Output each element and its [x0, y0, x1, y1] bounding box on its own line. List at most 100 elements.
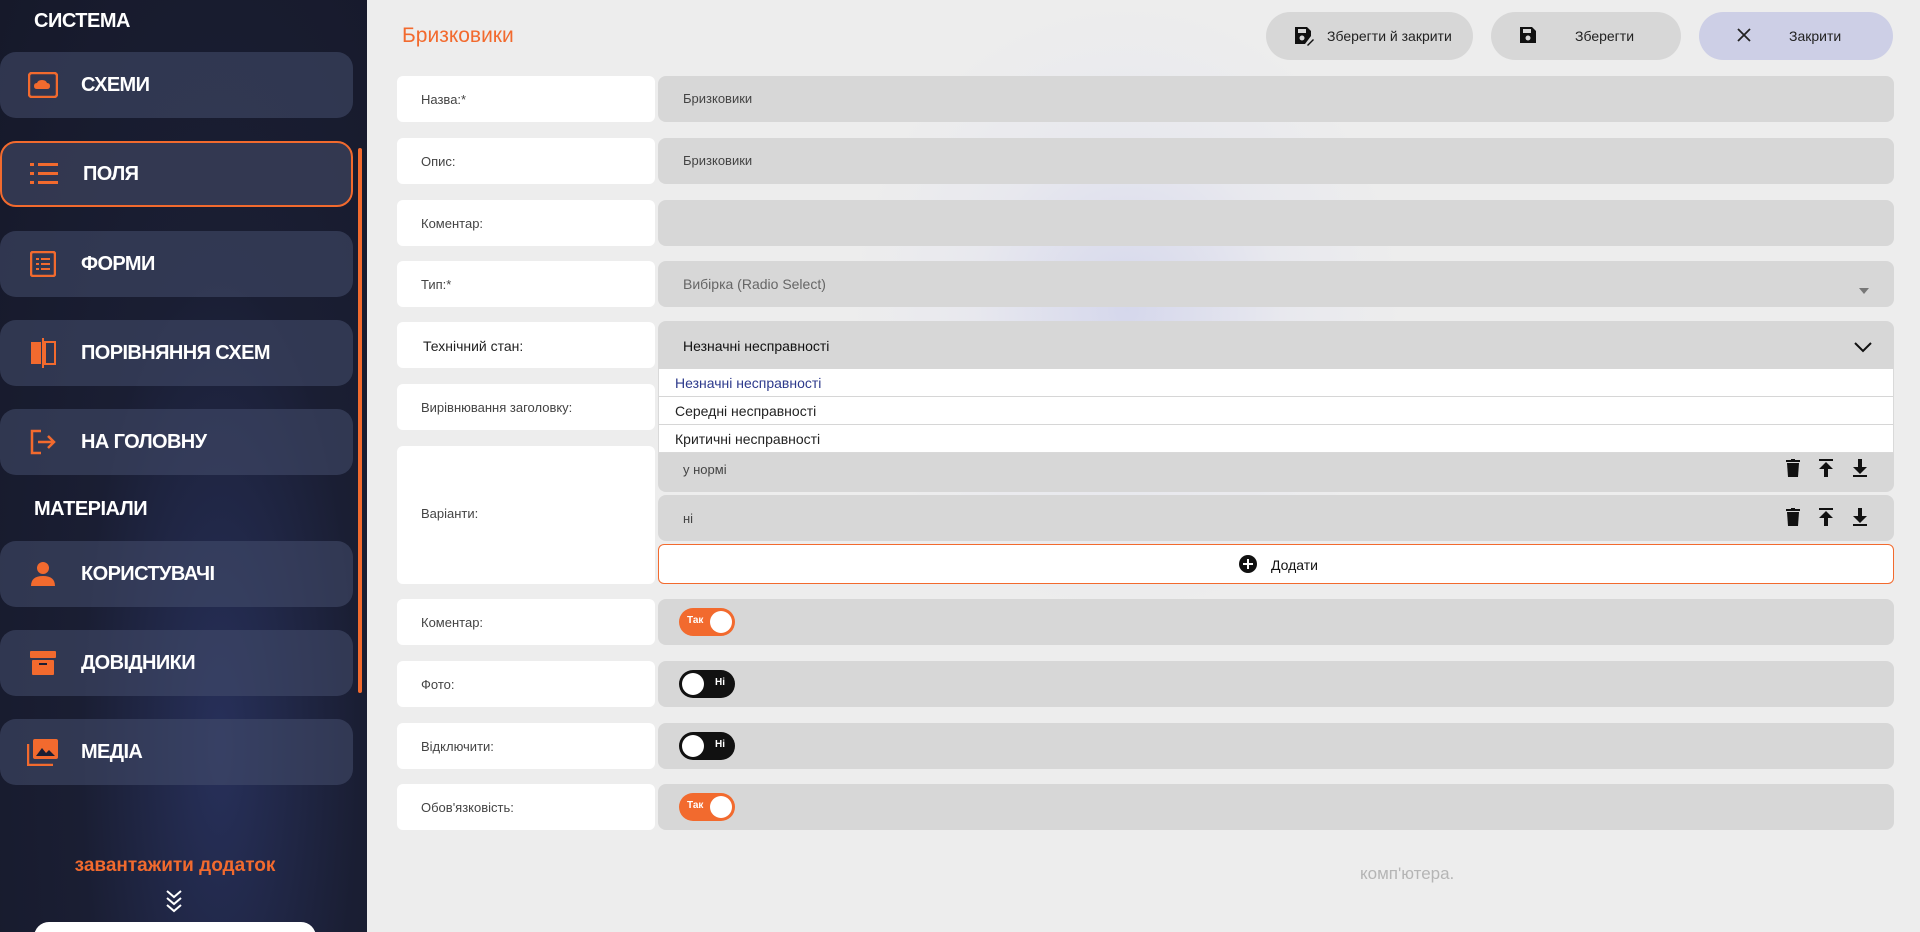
sidebar-item-label: КОРИСТУВАЧІ: [81, 562, 215, 585]
comment-field[interactable]: [658, 200, 1894, 246]
required-row: Обов'язковість:: [397, 784, 655, 830]
option-medium[interactable]: Середні несправності: [659, 397, 1893, 425]
sidebar-item-users[interactable]: КОРИСТУВАЧІ: [0, 541, 353, 607]
tech-state-label: Технічний стан:: [423, 338, 524, 354]
title-align-label: Вирівнювання заголовку:: [421, 400, 573, 415]
chevron-up-down-icon: [1854, 340, 1872, 358]
option-critical[interactable]: Критичні несправності: [659, 425, 1893, 453]
type-value: Вибірка (Radio Select): [683, 276, 826, 292]
photo-row: Фото:: [397, 661, 655, 707]
download-app-button[interactable]: [34, 922, 316, 932]
photo-label: Фото:: [421, 677, 455, 692]
toggle-label: Ні: [715, 677, 725, 688]
section-title-materials: МАТЕРІАЛИ: [34, 498, 148, 520]
variant-value: у нормі: [683, 462, 727, 477]
sidebar-item-label: ДОВІДНИКИ: [81, 651, 196, 674]
sidebar-item-compare[interactable]: ПОРІВНЯННЯ СХЕМ: [0, 320, 353, 386]
save-and-close-label: Зберегти й закрити: [1327, 28, 1452, 44]
disable-label: Відключити:: [421, 739, 494, 754]
toggle-label: Так: [687, 800, 704, 811]
move-up-icon[interactable]: [1819, 508, 1837, 528]
variant-item[interactable]: ні: [658, 495, 1894, 541]
footer-text: комп'ютера.: [1360, 864, 1455, 883]
required-label: Обов'язковість:: [421, 800, 514, 815]
list-icon: [28, 157, 62, 191]
name-value: Бризковики: [683, 91, 753, 106]
variants-row: Варіанти:: [397, 446, 655, 584]
toggle-knob: [710, 796, 732, 818]
user-icon: [26, 557, 60, 591]
save-button[interactable]: Зберегти: [1491, 12, 1681, 60]
photo-field: Ні: [658, 661, 1894, 707]
sidebar-item-label: СХЕМИ: [81, 73, 150, 96]
sidebar-item-fields[interactable]: ПОЛЯ: [0, 141, 353, 207]
description-label: Опис:: [421, 154, 456, 169]
page-title: Бризковики: [402, 24, 514, 47]
save-edit-icon: [1294, 26, 1314, 46]
caret-down-icon: [1859, 281, 1869, 299]
form-icon: [26, 247, 60, 281]
main-content: Бризковики Зберегти й закрити Зберегти З…: [367, 0, 1920, 932]
comment-toggle-field: Так: [658, 599, 1894, 645]
description-value: Бризковики: [683, 153, 753, 168]
type-row: Тип:*: [397, 261, 655, 307]
sidebar-item-schemes[interactable]: СХЕМИ: [0, 52, 353, 118]
tech-state-options: Незначні несправності Середні несправнос…: [658, 369, 1894, 453]
description-field[interactable]: Бризковики: [658, 138, 1894, 184]
sidebar-item-references[interactable]: ДОВІДНИКИ: [0, 630, 353, 696]
photo-toggle[interactable]: Ні: [679, 670, 735, 698]
comment-label: Коментар:: [421, 216, 484, 231]
move-down-icon[interactable]: [1853, 508, 1871, 528]
sidebar-item-label: МЕДІА: [81, 740, 143, 763]
toggle-knob: [710, 611, 732, 633]
photo-icon: [26, 735, 60, 769]
close-icon: [1735, 26, 1755, 46]
required-field: Так: [658, 784, 1894, 830]
sidebar-item-label: ПОРІВНЯННЯ СХЕМ: [81, 341, 271, 364]
sidebar-item-forms[interactable]: ФОРМИ: [0, 231, 353, 297]
type-select[interactable]: Вибірка (Radio Select): [658, 261, 1894, 307]
disable-field: Ні: [658, 723, 1894, 769]
sidebar-item-label: ФОРМИ: [81, 252, 155, 275]
required-toggle[interactable]: Так: [679, 793, 735, 821]
comment-toggle-row: Коментар:: [397, 599, 655, 645]
trash-icon[interactable]: [1786, 508, 1804, 528]
move-up-icon[interactable]: [1819, 459, 1837, 479]
compare-icon: [26, 336, 60, 370]
toggle-knob: [682, 673, 704, 695]
sidebar-item-home[interactable]: НА ГОЛОВНУ: [0, 409, 353, 475]
sidebar-item-label: НА ГОЛОВНУ: [81, 430, 207, 453]
disable-row: Відключити:: [397, 723, 655, 769]
add-variant-button[interactable]: Додати: [658, 544, 1894, 584]
comment-row: Коментар:: [397, 200, 655, 246]
variants-label: Варіанти:: [421, 506, 479, 521]
tech-state-select[interactable]: Незначні несправності: [658, 321, 1894, 369]
save-and-close-button[interactable]: Зберегти й закрити: [1266, 12, 1473, 60]
title-align-row: Вирівнювання заголовку:: [397, 384, 655, 430]
comment-toggle[interactable]: Так: [679, 608, 735, 636]
variant-value: ні: [683, 511, 694, 526]
toggle-label: Ні: [715, 739, 725, 750]
name-field[interactable]: Бризковики: [658, 76, 1894, 122]
download-app-link[interactable]: завантажити додаток: [0, 855, 350, 877]
add-variant-label: Додати: [1271, 557, 1318, 573]
close-button[interactable]: Закрити: [1699, 12, 1893, 60]
tech-state-row: Технічний стан:: [397, 322, 655, 368]
tech-state-value: Незначні несправності: [683, 338, 830, 354]
close-label: Закрити: [1789, 28, 1842, 44]
sidebar-scrollbar[interactable]: [358, 148, 362, 693]
option-minor[interactable]: Незначні несправності: [659, 369, 1893, 397]
exit-icon: [26, 425, 60, 459]
move-down-icon[interactable]: [1853, 459, 1871, 479]
trash-icon[interactable]: [1786, 459, 1804, 479]
toggle-label: Так: [687, 615, 704, 626]
type-label: Тип:*: [421, 277, 452, 292]
toggle-knob: [682, 735, 704, 757]
sidebar: СИСТЕМА СХЕМИ ПОЛЯ ФОРМИ ПОРІВНЯННЯ СХЕМ…: [0, 0, 367, 932]
description-row: Опис:: [397, 138, 655, 184]
save-icon: [1519, 26, 1539, 46]
cloud-icon: [26, 68, 60, 102]
disable-toggle[interactable]: Ні: [679, 732, 735, 760]
sidebar-item-media[interactable]: МЕДІА: [0, 719, 353, 785]
plus-circle-icon: [1239, 555, 1257, 578]
